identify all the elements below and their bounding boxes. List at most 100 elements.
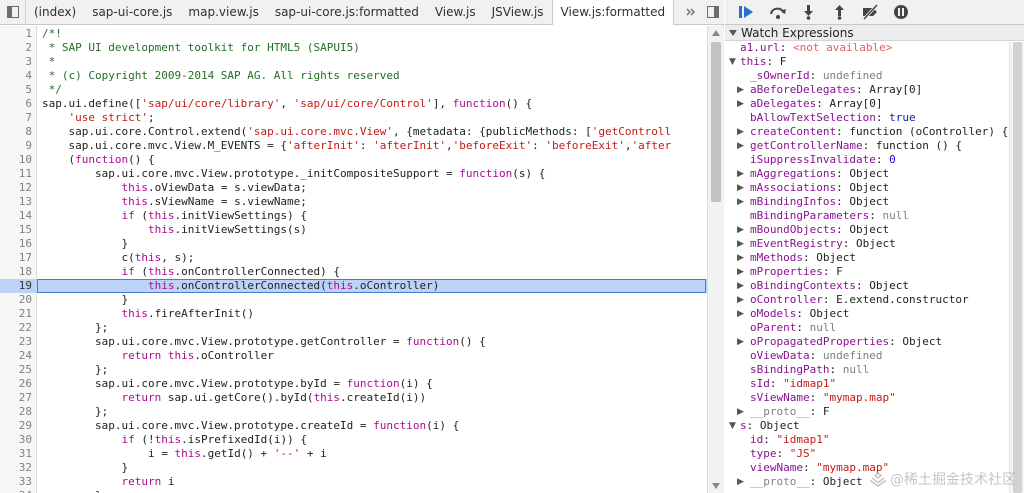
code-line[interactable]: 11 sap.ui.core.mvc.View.prototype._initC… xyxy=(0,167,707,181)
line-number[interactable]: 23 xyxy=(0,335,32,349)
line-number[interactable]: 8 xyxy=(0,125,32,139)
tab-view-js-formatted[interactable]: View.js:formatted xyxy=(551,0,675,25)
toggle-debugger-button[interactable] xyxy=(702,0,724,24)
line-number[interactable]: 31 xyxy=(0,447,32,461)
tab-view-js[interactable]: View.js xyxy=(427,0,484,24)
line-number[interactable]: 16 xyxy=(0,237,32,251)
line-number[interactable]: 19 xyxy=(0,279,32,293)
code-line[interactable]: 31 i = this.getId() + '--' + i xyxy=(0,447,707,461)
expanded-arrow-icon[interactable]: ▼ xyxy=(729,419,739,433)
expand-arrow-icon[interactable]: ▶ xyxy=(737,307,747,321)
step-over-button[interactable] xyxy=(762,1,793,23)
code-line[interactable]: 34 } xyxy=(0,489,707,493)
code-line[interactable]: 15 this.initViewSettings(s) xyxy=(0,223,707,237)
editor-scroll-thumb[interactable] xyxy=(711,42,721,202)
watch-row[interactable]: ▶ aDelegates: Array[0] xyxy=(725,97,1024,111)
watch-row[interactable]: ▶ mAssociations: Object xyxy=(725,181,1024,195)
line-number[interactable]: 27 xyxy=(0,391,32,405)
line-number[interactable]: 15 xyxy=(0,223,32,237)
code-line[interactable]: 24 return this.oController xyxy=(0,349,707,363)
code-line[interactable]: 13 this.sViewName = s.viewName; xyxy=(0,195,707,209)
sidebar-scrollbar[interactable] xyxy=(1009,42,1024,493)
code-line[interactable]: 29 sap.ui.core.mvc.View.prototype.create… xyxy=(0,419,707,433)
line-number[interactable]: 3 xyxy=(0,55,32,69)
line-number[interactable]: 18 xyxy=(0,265,32,279)
code-line[interactable]: 1 /*! xyxy=(0,27,707,41)
sidebar-scroll-thumb[interactable] xyxy=(1013,42,1022,493)
line-number[interactable]: 21 xyxy=(0,307,32,321)
code-line[interactable]: 6 sap.ui.define(['sap/ui/core/library', '… xyxy=(0,97,707,111)
watch-row[interactable]: ▶ oModels: Object xyxy=(725,307,1024,321)
code-line[interactable]: 2 * SAP UI development toolkit for HTML5… xyxy=(0,41,707,55)
watch-row[interactable]: ▶ oBindingContexts: Object xyxy=(725,279,1024,293)
line-number[interactable]: 2 xyxy=(0,41,32,55)
tab-jsview-js[interactable]: JSView.js xyxy=(484,0,552,24)
watch-row[interactable]: ▶ mBindingInfos: Object xyxy=(725,195,1024,209)
code-line[interactable]: 17 c(this, s); xyxy=(0,251,707,265)
line-number[interactable]: 28 xyxy=(0,405,32,419)
line-number[interactable]: 29 xyxy=(0,419,32,433)
code-line[interactable]: 5 */ xyxy=(0,83,707,97)
tab-index[interactable]: (index) xyxy=(26,0,84,24)
deactivate-breakpoints-button[interactable] xyxy=(855,1,886,23)
expand-arrow-icon[interactable]: ▶ xyxy=(737,237,747,251)
tab-map-view-js[interactable]: map.view.js xyxy=(180,0,266,24)
code-line[interactable]: 33 return i xyxy=(0,475,707,489)
watch-row[interactable]: ▶ oPropagatedProperties: Object xyxy=(725,335,1024,349)
line-number[interactable]: 14 xyxy=(0,209,32,223)
line-number[interactable]: 22 xyxy=(0,321,32,335)
watch-row[interactable]: ▶ mProperties: F xyxy=(725,265,1024,279)
expand-arrow-icon[interactable]: ▶ xyxy=(737,475,747,489)
expand-arrow-icon[interactable]: ▶ xyxy=(737,335,747,349)
expand-arrow-icon[interactable]: ▶ xyxy=(737,251,747,265)
line-number[interactable]: 25 xyxy=(0,363,32,377)
code-line[interactable]: 32 } xyxy=(0,461,707,475)
collapse-arrow-icon[interactable] xyxy=(729,29,737,37)
code-line[interactable]: 9 sap.ui.core.mvc.View.M_EVENTS = {'afte… xyxy=(0,139,707,153)
pause-on-exceptions-button[interactable] xyxy=(886,1,917,23)
expand-arrow-icon[interactable]: ▶ xyxy=(737,181,747,195)
code-line[interactable]: 28 }; xyxy=(0,405,707,419)
line-number[interactable]: 6 xyxy=(0,97,32,111)
watch-row[interactable]: ▶ aBeforeDelegates: Array[0] xyxy=(725,83,1024,97)
line-number[interactable]: 32 xyxy=(0,461,32,475)
line-number[interactable]: 34 xyxy=(0,489,32,493)
watch-row[interactable]: ▶ mEventRegistry: Object xyxy=(725,237,1024,251)
code-line[interactable]: 30 if (!this.isPrefixedId(i)) { xyxy=(0,433,707,447)
expand-arrow-icon[interactable]: ▶ xyxy=(737,167,747,181)
code-line[interactable]: 10 (function() { xyxy=(0,153,707,167)
expand-arrow-icon[interactable]: ▶ xyxy=(737,279,747,293)
line-number[interactable]: 7 xyxy=(0,111,32,125)
code-line[interactable]: 8 sap.ui.core.Control.extend('sap.ui.cor… xyxy=(0,125,707,139)
line-number[interactable]: 9 xyxy=(0,139,32,153)
expand-arrow-icon[interactable]: ▶ xyxy=(737,195,747,209)
code-line[interactable]: 27 return sap.ui.getCore().byId(this.cre… xyxy=(0,391,707,405)
scroll-up-icon[interactable] xyxy=(712,30,720,36)
resume-button[interactable] xyxy=(731,1,762,23)
watch-expressions-header[interactable]: Watch Expressions xyxy=(725,25,1024,41)
code-line[interactable]: 14 if (this.initViewSettings) { xyxy=(0,209,707,223)
expand-arrow-icon[interactable]: ▶ xyxy=(737,265,747,279)
expanded-arrow-icon[interactable]: ▼ xyxy=(729,55,739,69)
code-line[interactable]: 16 } xyxy=(0,237,707,251)
watch-row[interactable]: ▶ __proto__: F xyxy=(725,405,1024,419)
toggle-navigator-button[interactable] xyxy=(0,0,26,24)
line-number[interactable]: 30 xyxy=(0,433,32,447)
expand-arrow-icon[interactable]: ▶ xyxy=(737,223,747,237)
code-line[interactable]: 23 sap.ui.core.mvc.View.prototype.getCon… xyxy=(0,335,707,349)
expand-arrow-icon[interactable]: ▶ xyxy=(737,139,747,153)
watch-row[interactable]: ▶ mMethods: Object xyxy=(725,251,1024,265)
watch-row[interactable]: ▼ this: F xyxy=(725,55,1024,69)
watch-row[interactable]: ▶ mBoundObjects: Object xyxy=(725,223,1024,237)
current-execution-line[interactable]: 19 this.onControllerConnected(this.oCont… xyxy=(0,279,707,293)
code-line[interactable]: 3 * xyxy=(0,55,707,69)
code-line[interactable]: 18 if (this.onControllerConnected) { xyxy=(0,265,707,279)
code-line[interactable]: 25 }; xyxy=(0,363,707,377)
expand-arrow-icon[interactable]: ▶ xyxy=(737,405,747,419)
code-editor[interactable]: 1/*! 2 * SAP UI development toolkit for H… xyxy=(0,26,707,493)
tab-list-button[interactable] xyxy=(680,0,702,24)
code-line[interactable]: 26 sap.ui.core.mvc.View.prototype.byId =… xyxy=(0,377,707,391)
line-number[interactable]: 24 xyxy=(0,349,32,363)
code-line[interactable]: 4 * (c) Copyright 2009-2014 SAP AG. All … xyxy=(0,69,707,83)
expand-arrow-icon[interactable]: ▶ xyxy=(737,293,747,307)
